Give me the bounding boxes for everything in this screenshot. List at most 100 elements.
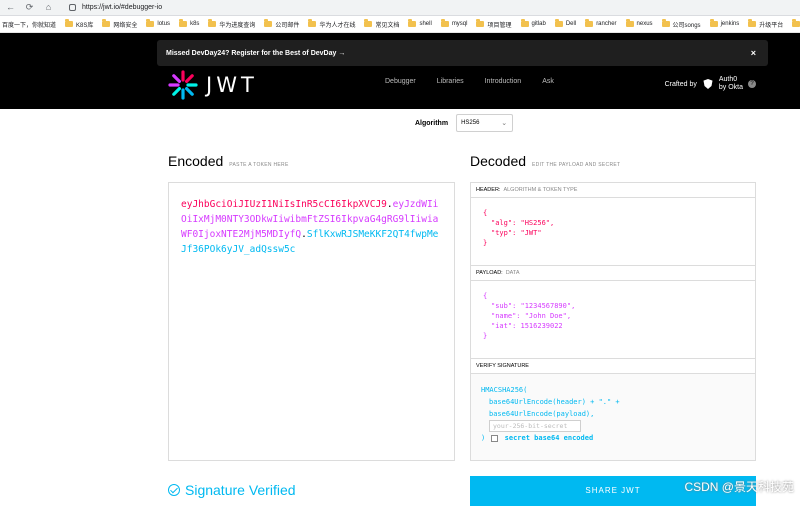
bookmark-item[interactable]: 公司网 xyxy=(792,19,800,29)
encoded-subtitle: PASTE A TOKEN HERE xyxy=(229,162,289,168)
bookmark-label: 项目管理 xyxy=(487,22,512,29)
payload-json-editor[interactable]: { "sub": "1234567890", "name": "John Doe… xyxy=(471,281,755,359)
bookmark-label: Dell xyxy=(565,21,577,27)
promo-banner[interactable]: Missed DevDay24? Register for the Best o… xyxy=(157,40,768,66)
bookmark-label: 华为人才在线 xyxy=(319,22,356,29)
decoded-panel: HEADER: ALGORITHM & TOKEN TYPE { "alg": … xyxy=(470,182,756,461)
decoded-title: Decoded xyxy=(470,153,527,169)
bookmark-item[interactable]: 项目管理 xyxy=(476,19,512,29)
header-sublabel: ALGORITHM & TOKEN TYPE xyxy=(503,187,578,193)
secret-input[interactable]: your-256-bit-secret xyxy=(489,420,581,432)
bookmark-item[interactable]: 百度一下，你就知道 xyxy=(2,20,56,29)
bookmark-item[interactable]: 网络安全 xyxy=(102,19,137,29)
bookmark-item[interactable]: 公司邮件 xyxy=(264,19,300,29)
verify-section-title: VERIFY SIGNATURE xyxy=(471,359,755,374)
home-icon[interactable]: ⌂ xyxy=(44,3,53,12)
bookmark-item[interactable]: 公司songs xyxy=(661,19,701,29)
decoded-subtitle: EDIT THE PAYLOAD AND SECRET xyxy=(532,162,621,168)
lock-icon xyxy=(69,4,76,11)
bookmark-label: 公司邮件 xyxy=(275,22,300,29)
bookmark-item[interactable]: 升级平台 xyxy=(748,19,784,29)
bookmark-label: K8S库 xyxy=(76,22,94,29)
bookmark-item[interactable]: gitlab xyxy=(520,19,546,27)
json-line: "iat": 1516239022 xyxy=(491,322,563,330)
bookmark-label: jenkins xyxy=(720,21,740,27)
bookmark-label: rancher xyxy=(596,21,617,27)
auth0-shield-icon xyxy=(703,79,713,89)
header-label: HEADER: xyxy=(476,187,501,193)
bookmark-label: nexus xyxy=(636,21,653,27)
folder-icon xyxy=(585,19,594,27)
bookmark-item[interactable]: shell xyxy=(408,19,432,27)
site-header: Missed DevDay24? Register for the Best o… xyxy=(0,33,800,109)
folder-icon xyxy=(308,19,317,27)
folder-icon xyxy=(748,19,757,27)
folder-icon xyxy=(102,19,111,27)
bookmark-item[interactable]: rancher xyxy=(585,19,617,27)
folder-icon xyxy=(146,19,155,27)
nav-link-introduction[interactable]: Introduction xyxy=(485,78,522,85)
algorithm-label: Algorithm xyxy=(415,119,449,127)
algorithm-select[interactable]: HS256 ⌄ xyxy=(456,114,514,132)
auth0-brand: Auth0 by Okta xyxy=(719,76,743,92)
jwt-logo-text[interactable]: JWT xyxy=(206,73,258,97)
json-line: "typ": "JWT" xyxy=(491,229,542,237)
header-json-editor[interactable]: { "alg": "HS256", "typ": "JWT" } xyxy=(471,198,755,266)
address-bar[interactable]: https://jwt.io/#debugger-io xyxy=(69,4,162,11)
close-icon[interactable]: × xyxy=(751,48,756,58)
json-open-brace: { xyxy=(483,292,488,300)
bookmark-item[interactable]: 华为进度查询 xyxy=(208,19,255,29)
payload-sublabel: DATA xyxy=(505,270,520,276)
bookmark-label: lotus xyxy=(157,21,171,27)
verify-function: HMACSHA256( xyxy=(481,386,528,394)
folder-icon xyxy=(440,19,449,27)
banner-text[interactable]: Missed DevDay24? Register for the Best o… xyxy=(166,50,345,57)
csdn-watermark: CSDN @景天科技苑 xyxy=(684,480,794,494)
json-line: "name": "John Doe", xyxy=(491,312,572,320)
bookmark-label: mysql xyxy=(451,21,468,27)
folder-icon xyxy=(264,19,273,27)
check-circle-icon xyxy=(168,484,180,496)
algorithm-value: HS256 xyxy=(461,120,480,126)
nav-link-ask[interactable]: Ask xyxy=(542,78,554,85)
decoded-heading: Decoded EDIT THE PAYLOAD AND SECRET xyxy=(470,153,620,169)
bookmark-item[interactable]: nexus xyxy=(625,19,653,27)
main-nav: JWT Debugger Libraries Introduction Ask … xyxy=(168,70,768,100)
chevron-down-icon: ⌄ xyxy=(501,120,508,127)
folder-icon xyxy=(520,19,529,27)
auth0-line2: by Okta xyxy=(718,84,743,91)
bookmark-item[interactable]: 华为人才在线 xyxy=(308,19,356,29)
back-icon[interactable]: ← xyxy=(6,3,15,12)
nav-link-debugger[interactable]: Debugger xyxy=(385,78,416,85)
nav-link-libraries[interactable]: Libraries xyxy=(437,78,464,85)
folder-icon xyxy=(625,19,634,27)
verify-line: base64UrlEncode(payload), xyxy=(489,410,595,418)
json-close-brace: } xyxy=(483,239,488,247)
verify-label: VERIFY SIGNATURE xyxy=(476,363,529,369)
bookmark-item[interactable]: k8s xyxy=(179,19,199,27)
bookmarks-bar: 百度一下，你就知道 K8S库 网络安全 lotus k8s 华为进度查询 公司邮件 华为人才在… xyxy=(0,16,800,33)
secret-base64-label[interactable]: secret base64 encoded xyxy=(505,434,594,442)
encoded-token-input[interactable]: eyJhbGciOiJIUzI1NiIsInR5cCI6IkpXVCJ9.eyJ… xyxy=(168,182,455,461)
folder-icon xyxy=(364,19,373,27)
url-text[interactable]: https://jwt.io/#debugger-io xyxy=(82,4,162,11)
header-section-title: HEADER: ALGORITHM & TOKEN TYPE xyxy=(471,183,755,198)
folder-icon xyxy=(179,19,188,27)
payload-section-title: PAYLOAD: DATA xyxy=(471,266,755,281)
reload-icon[interactable]: ⟳ xyxy=(25,3,34,12)
bookmark-item[interactable]: Dell xyxy=(554,19,577,27)
secret-base64-checkbox[interactable] xyxy=(491,434,499,442)
bookmark-item[interactable]: K8S库 xyxy=(65,19,94,29)
bookmark-item[interactable]: jenkins xyxy=(709,19,740,27)
bookmark-item[interactable]: mysql xyxy=(440,19,468,27)
encoded-title: Encoded xyxy=(168,153,224,169)
help-icon[interactable]: ? xyxy=(748,80,756,88)
bookmark-label: 升级平台 xyxy=(759,22,784,29)
jwt-logo-icon[interactable] xyxy=(168,70,198,100)
bookmark-item[interactable]: 常见文档 xyxy=(364,19,399,29)
algorithm-row: Algorithm HS256 ⌄ xyxy=(415,114,514,132)
folder-icon xyxy=(408,19,417,27)
bookmark-item[interactable]: lotus xyxy=(146,19,171,27)
bookmark-label: 公司songs xyxy=(672,22,701,29)
crafted-by[interactable]: Crafted by Auth0 by Okta ? xyxy=(665,76,756,92)
